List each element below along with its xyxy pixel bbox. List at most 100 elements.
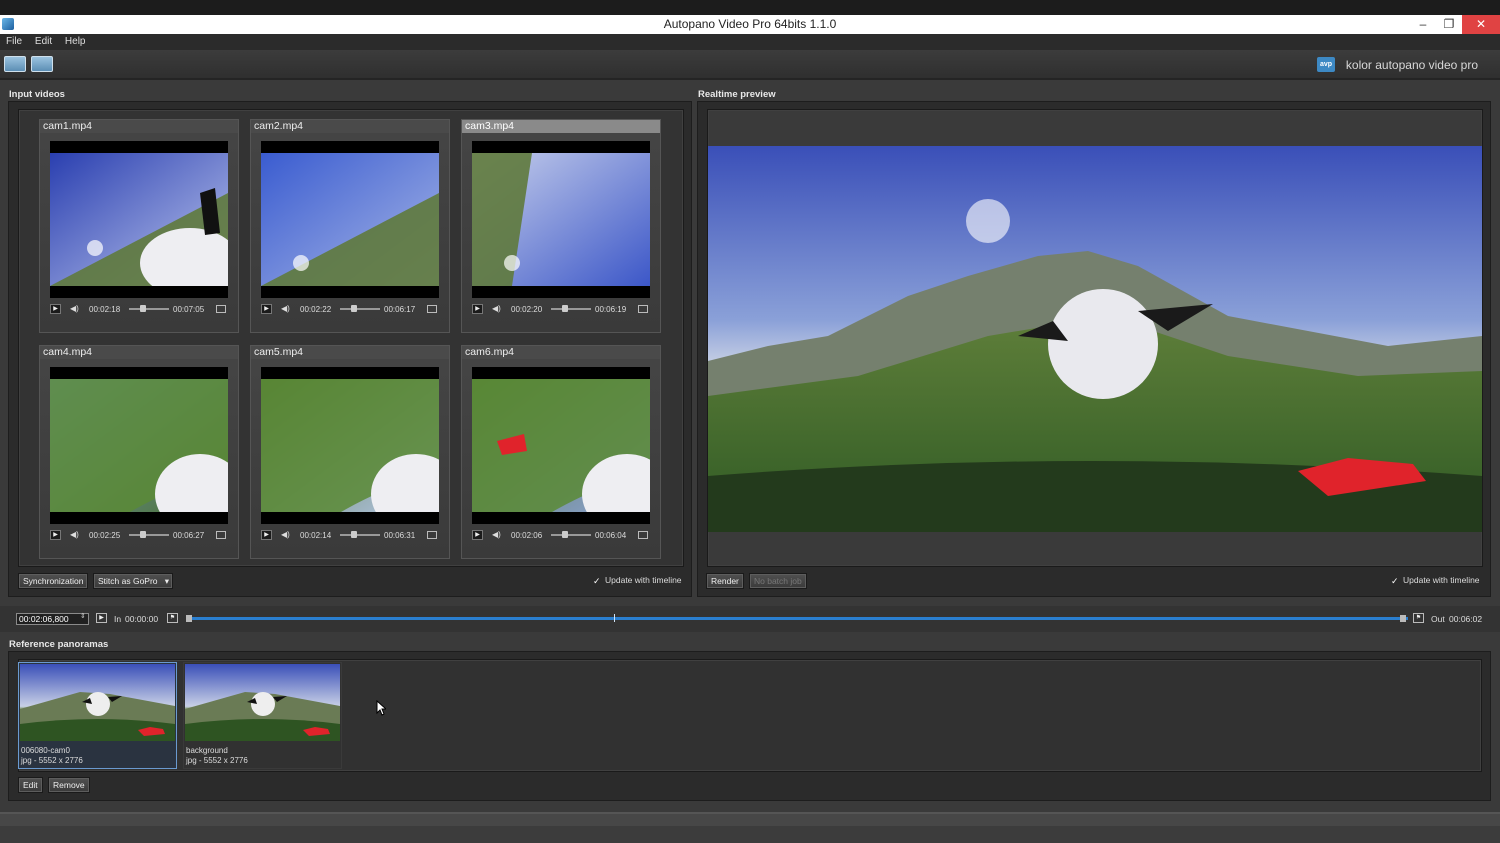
play-icon[interactable]: ▶ xyxy=(472,304,483,314)
speaker-icon[interactable]: ◀) xyxy=(281,304,292,314)
video-seek-knob[interactable] xyxy=(562,531,568,538)
video-frame[interactable] xyxy=(50,141,228,298)
mouse-cursor-icon xyxy=(376,700,386,716)
video-thumbnail-image xyxy=(261,153,439,286)
out-time: 00:06:02 xyxy=(1449,614,1483,624)
video-seek-knob[interactable] xyxy=(140,305,146,312)
batch-job-button[interactable]: No batch job xyxy=(749,573,807,589)
export-icon[interactable] xyxy=(31,56,53,72)
grid-icon[interactable] xyxy=(216,305,226,313)
panorama-name: background xyxy=(186,746,228,755)
grid-icon[interactable] xyxy=(427,305,437,313)
video-tile-cam2[interactable]: cam2.mp4 ▶ ◀) 00:02:22 00:06:17 xyxy=(250,119,450,333)
play-icon[interactable]: ▶ xyxy=(50,530,61,540)
input-update-checkbox[interactable]: ✓ Update with timeline xyxy=(593,575,682,586)
speaker-icon[interactable]: ◀) xyxy=(492,530,503,540)
speaker-icon[interactable]: ◀) xyxy=(70,304,81,314)
menu-bar: File Edit Help xyxy=(0,34,1500,50)
edit-button[interactable]: Edit xyxy=(18,777,43,793)
brand-logo-icon: avp xyxy=(1317,57,1335,72)
playhead-marker[interactable] xyxy=(613,614,615,622)
synchronization-button[interactable]: Synchronization xyxy=(18,573,89,589)
video-filename: cam3.mp4 xyxy=(462,120,660,133)
play-icon[interactable]: ▶ xyxy=(472,530,483,540)
speaker-icon[interactable]: ◀) xyxy=(492,304,503,314)
video-tile-cam6[interactable]: cam6.mp4 ▶ ◀) 00:02:06 00:06:04 xyxy=(461,345,661,559)
preview-viewport xyxy=(707,109,1483,567)
timecode-spinner-icon[interactable]: ⇕ xyxy=(80,612,86,620)
reference-panorama-item[interactable]: background jpg - 5552 x 2776 xyxy=(183,662,342,769)
panorama-name: 006080-cam0 xyxy=(21,746,70,755)
play-icon[interactable]: ▶ xyxy=(96,613,107,623)
preview-panel xyxy=(697,101,1491,597)
render-button[interactable]: Render xyxy=(706,573,744,589)
set-out-icon[interactable]: ⚑ xyxy=(1413,613,1424,623)
menu-file[interactable]: File xyxy=(6,34,22,49)
grid-icon[interactable] xyxy=(427,531,437,539)
video-duration: 00:06:27 xyxy=(173,531,205,540)
menu-edit[interactable]: Edit xyxy=(35,34,52,49)
brand-text: kolor autopano video pro xyxy=(1345,58,1478,72)
video-frame[interactable] xyxy=(50,367,228,524)
status-bar xyxy=(0,826,1500,843)
video-current-time: 00:02:18 xyxy=(89,305,121,314)
speaker-icon[interactable]: ◀) xyxy=(70,530,81,540)
video-filename: cam5.mp4 xyxy=(251,346,449,359)
video-tile-cam4[interactable]: cam4.mp4 ▶ ◀) 00:02:25 00:06:27 xyxy=(39,345,239,559)
reference-panorama-item[interactable]: 006080-cam0 jpg - 5552 x 2776 xyxy=(18,662,177,769)
reference-panoramas-title: Reference panoramas xyxy=(9,639,109,650)
video-frame[interactable] xyxy=(472,367,650,524)
set-in-icon[interactable]: ⚑ xyxy=(167,613,178,623)
import-videos-icon[interactable] xyxy=(4,56,26,72)
video-seek-slider[interactable] xyxy=(551,534,591,536)
preview-update-checkbox[interactable]: ✓ Update with timeline xyxy=(1391,575,1480,586)
panorama-info: jpg - 5552 x 2776 xyxy=(186,756,248,765)
minimize-button[interactable]: – xyxy=(1410,15,1436,34)
video-frame[interactable] xyxy=(261,141,439,298)
video-duration: 00:06:17 xyxy=(384,305,416,314)
video-seek-knob[interactable] xyxy=(351,305,357,312)
speaker-icon[interactable]: ◀) xyxy=(281,530,292,540)
video-current-time: 00:02:14 xyxy=(300,531,332,540)
video-seek-knob[interactable] xyxy=(351,531,357,538)
video-thumbnail-image xyxy=(50,379,228,512)
grid-icon[interactable] xyxy=(638,305,648,313)
video-tile-cam3[interactable]: cam3.mp4 ▶ ◀) 00:02:20 00:06:19 xyxy=(461,119,661,333)
input-videos-title: Input videos xyxy=(9,89,65,100)
play-icon[interactable]: ▶ xyxy=(261,530,272,540)
restore-button[interactable]: ❐ xyxy=(1436,15,1462,34)
preview-update-label: Update with timeline xyxy=(1403,575,1480,585)
video-duration: 00:06:04 xyxy=(595,531,627,540)
video-duration: 00:06:31 xyxy=(384,531,416,540)
grid-icon[interactable] xyxy=(638,531,648,539)
out-handle[interactable] xyxy=(1400,615,1406,622)
video-frame[interactable] xyxy=(472,141,650,298)
stitch-dropdown[interactable]: Stitch as GoPro ▾ xyxy=(93,573,173,589)
remove-button[interactable]: Remove xyxy=(48,777,90,793)
play-icon[interactable]: ▶ xyxy=(261,304,272,314)
video-seek-slider[interactable] xyxy=(129,308,169,310)
video-frame[interactable] xyxy=(261,367,439,524)
panorama-preview-image xyxy=(708,146,1482,532)
menu-help[interactable]: Help xyxy=(65,34,86,49)
chevron-down-icon: ▾ xyxy=(164,576,169,586)
grid-icon[interactable] xyxy=(216,531,226,539)
video-seek-knob[interactable] xyxy=(562,305,568,312)
video-filename: cam6.mp4 xyxy=(462,346,660,359)
timeline-track[interactable] xyxy=(186,617,1408,620)
video-tile-cam5[interactable]: cam5.mp4 ▶ ◀) 00:02:14 00:06:31 xyxy=(250,345,450,559)
in-handle[interactable] xyxy=(186,615,192,622)
video-seek-slider[interactable] xyxy=(551,308,591,310)
video-seek-slider[interactable] xyxy=(340,308,380,310)
close-button[interactable]: ✕ xyxy=(1462,15,1500,34)
video-seek-slider[interactable] xyxy=(340,534,380,536)
video-thumbnail-image xyxy=(261,379,439,512)
timecode-input[interactable]: 00:02:06,800 xyxy=(16,613,89,625)
toolbar: avp kolor autopano video pro xyxy=(0,50,1500,80)
in-label: In xyxy=(114,614,122,624)
video-seek-knob[interactable] xyxy=(140,531,146,538)
play-icon[interactable]: ▶ xyxy=(50,304,61,314)
video-filename: cam4.mp4 xyxy=(40,346,238,359)
video-tile-cam1[interactable]: cam1.mp4 ▶ ◀) 00:02:18 00:07:05 xyxy=(39,119,239,333)
video-seek-slider[interactable] xyxy=(129,534,169,536)
